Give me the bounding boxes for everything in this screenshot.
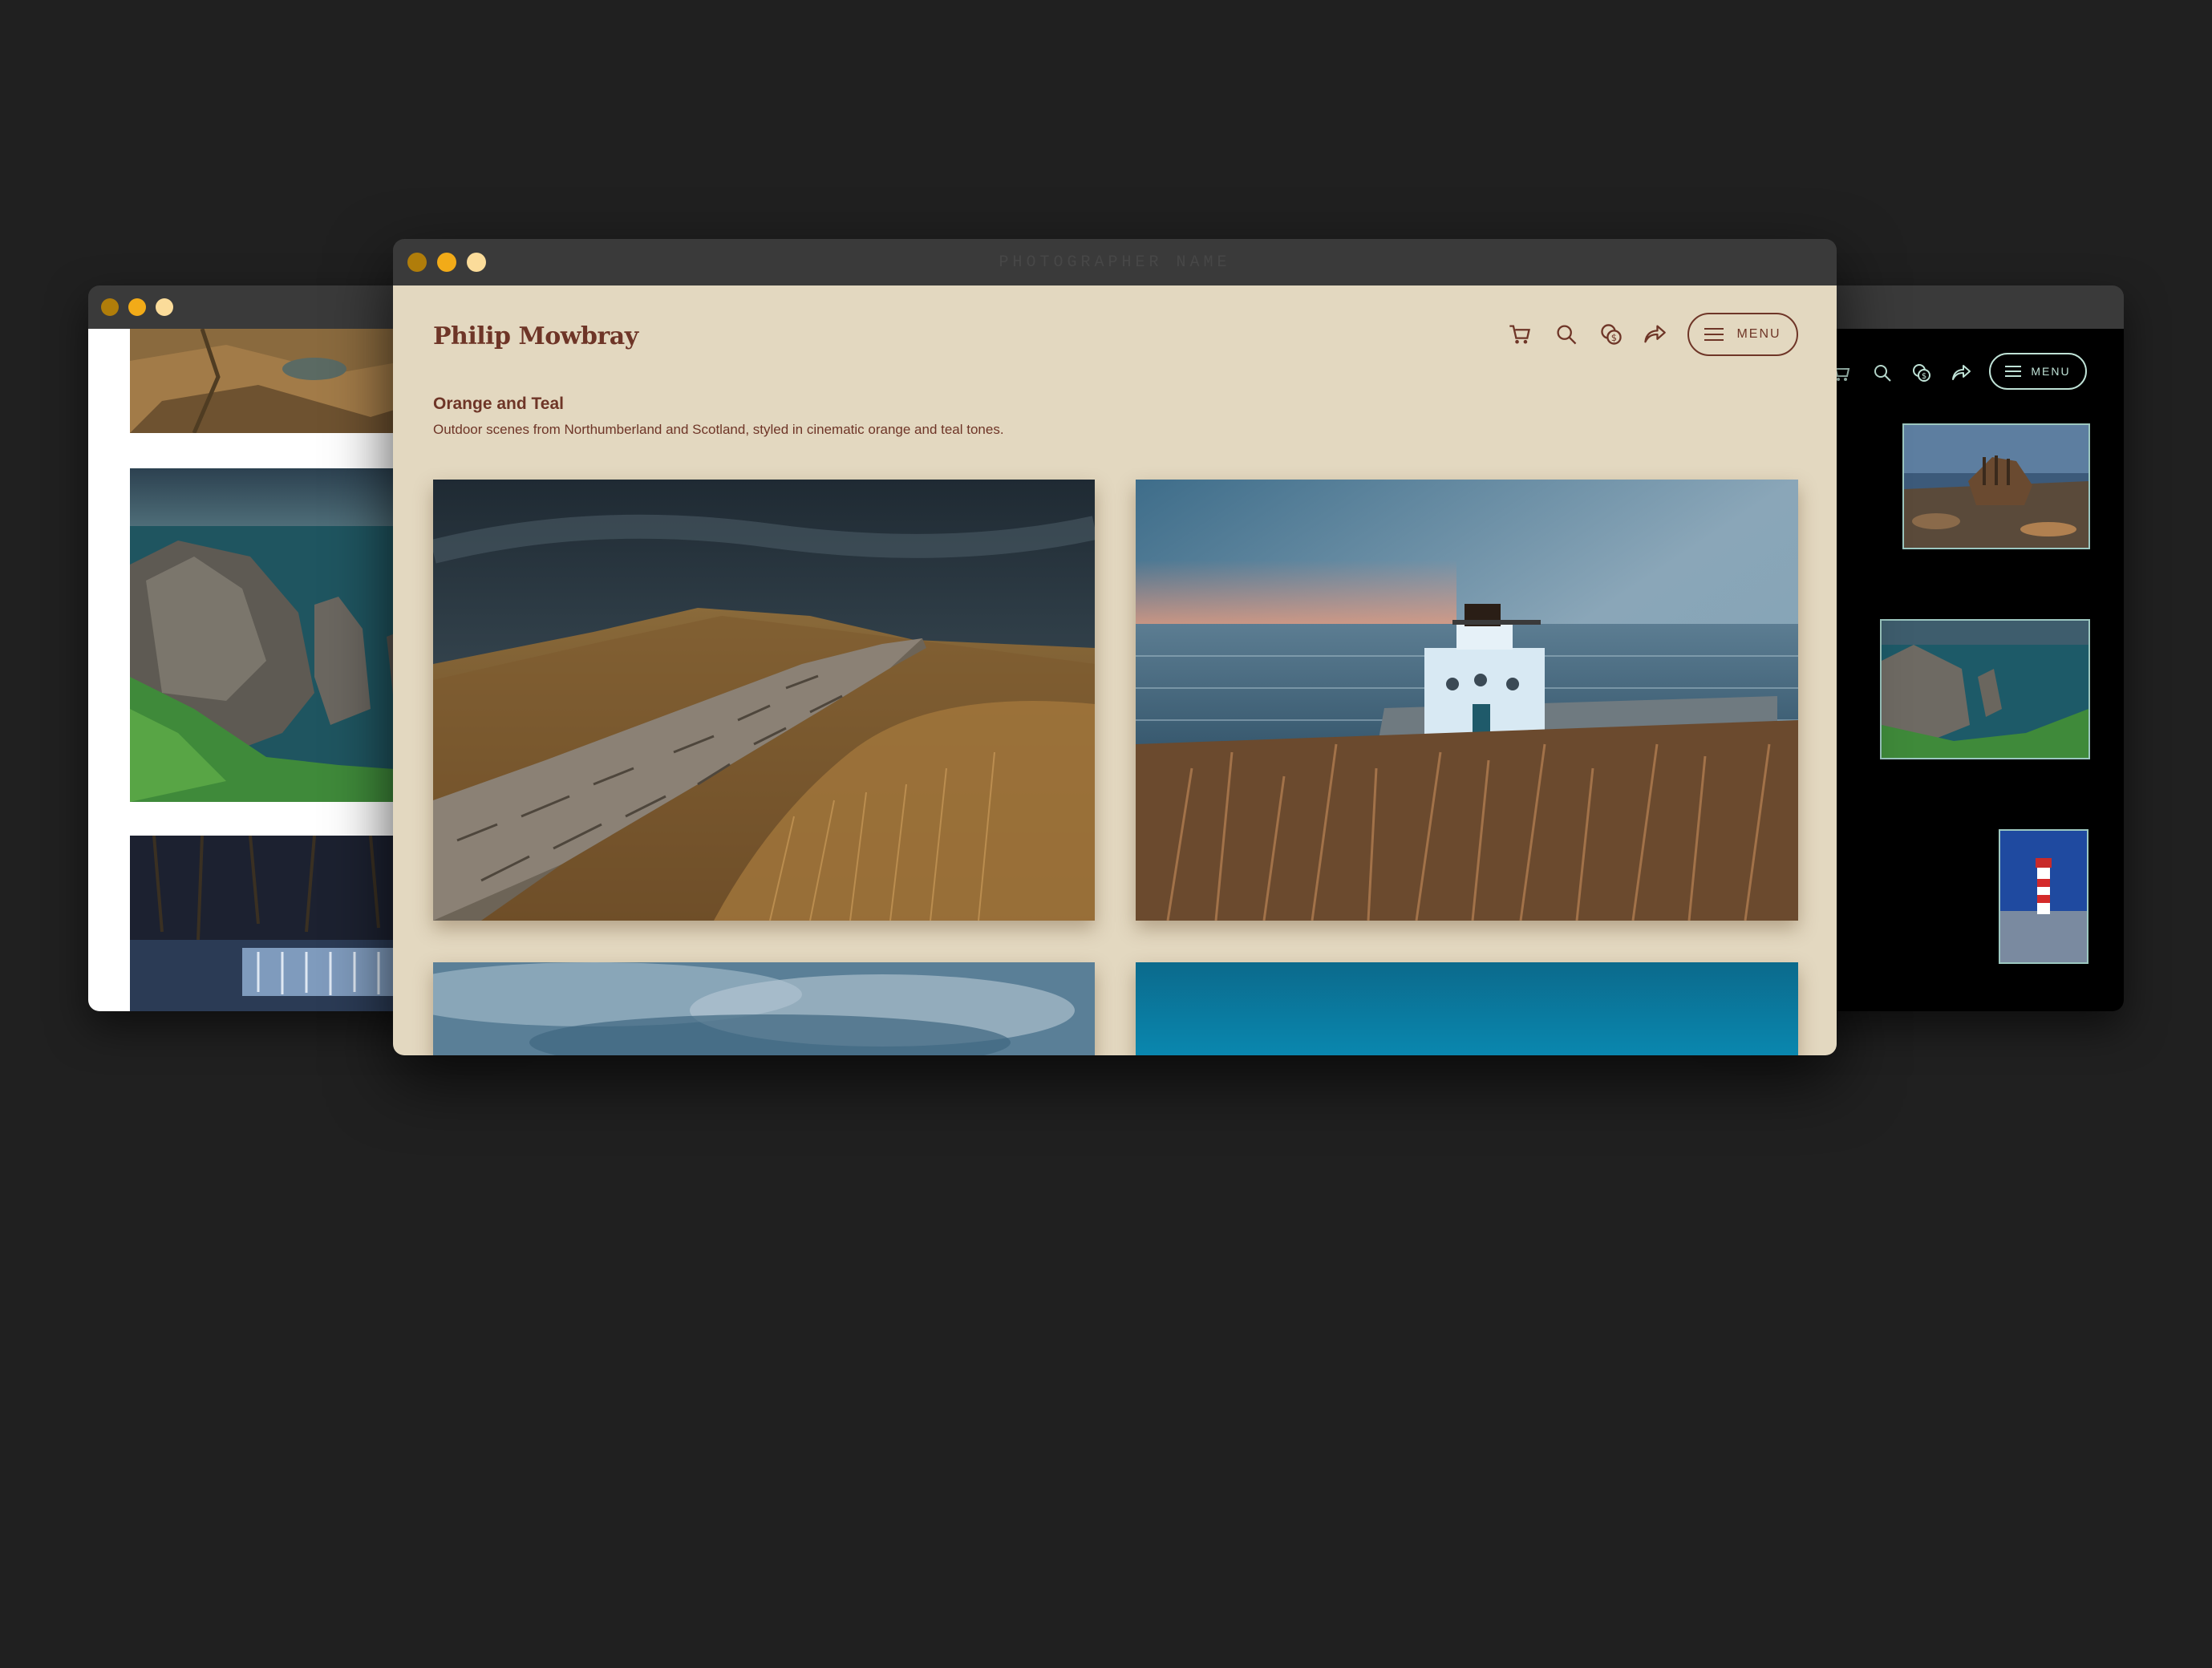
menu-label: MENU — [2031, 365, 2071, 378]
cart-icon[interactable] — [1508, 322, 1532, 346]
coastal-cliff-thumbnail[interactable] — [1880, 619, 2090, 759]
currency-icon[interactable]: $ — [1599, 322, 1623, 346]
lighthouse-sunset-photo[interactable] — [1136, 480, 1798, 921]
menu-button[interactable]: MENU — [1687, 313, 1798, 356]
currency-icon[interactable]: $ — [1911, 362, 1932, 383]
search-icon[interactable] — [1554, 322, 1578, 346]
main-window-titlebar: PHOTOGRAPHER NAME — [393, 239, 1837, 285]
window-title: PHOTOGRAPHER NAME — [999, 253, 1231, 272]
stone-wall-photo[interactable] — [430, 480, 1098, 921]
share-icon[interactable] — [1643, 322, 1667, 346]
svg-text:$: $ — [1922, 372, 1926, 381]
gallery-description: Outdoor scenes from Northumberland and S… — [433, 422, 1004, 437]
close-window-button[interactable] — [101, 298, 119, 316]
menu-label: MENU — [1736, 327, 1781, 341]
red-lighthouse-thumbnail[interactable] — [1999, 829, 2088, 964]
cloudy-sky-photo[interactable] — [393, 962, 1095, 1055]
search-icon[interactable] — [1872, 362, 1893, 383]
main-browser-window: PHOTOGRAPHER NAME Philip Mowbray $ MENU … — [393, 239, 1837, 1055]
hamburger-icon — [1704, 328, 1724, 341]
share-icon[interactable] — [1951, 362, 1971, 383]
minimize-window-button[interactable] — [128, 298, 146, 316]
shipwreck-thumbnail[interactable] — [1902, 423, 2090, 549]
site-brand[interactable]: Philip Mowbray — [433, 322, 638, 350]
teal-sea-photo[interactable] — [1136, 962, 1798, 1055]
hamburger-icon — [2005, 366, 2022, 377]
main-window-content: Philip Mowbray $ MENU Orange and Teal Ou… — [393, 285, 1837, 1055]
menu-button[interactable]: MENU — [1989, 353, 2087, 390]
maximize-window-button[interactable] — [156, 298, 173, 316]
svg-text:$: $ — [1611, 332, 1617, 343]
gallery-title: Orange and Teal — [433, 395, 564, 413]
